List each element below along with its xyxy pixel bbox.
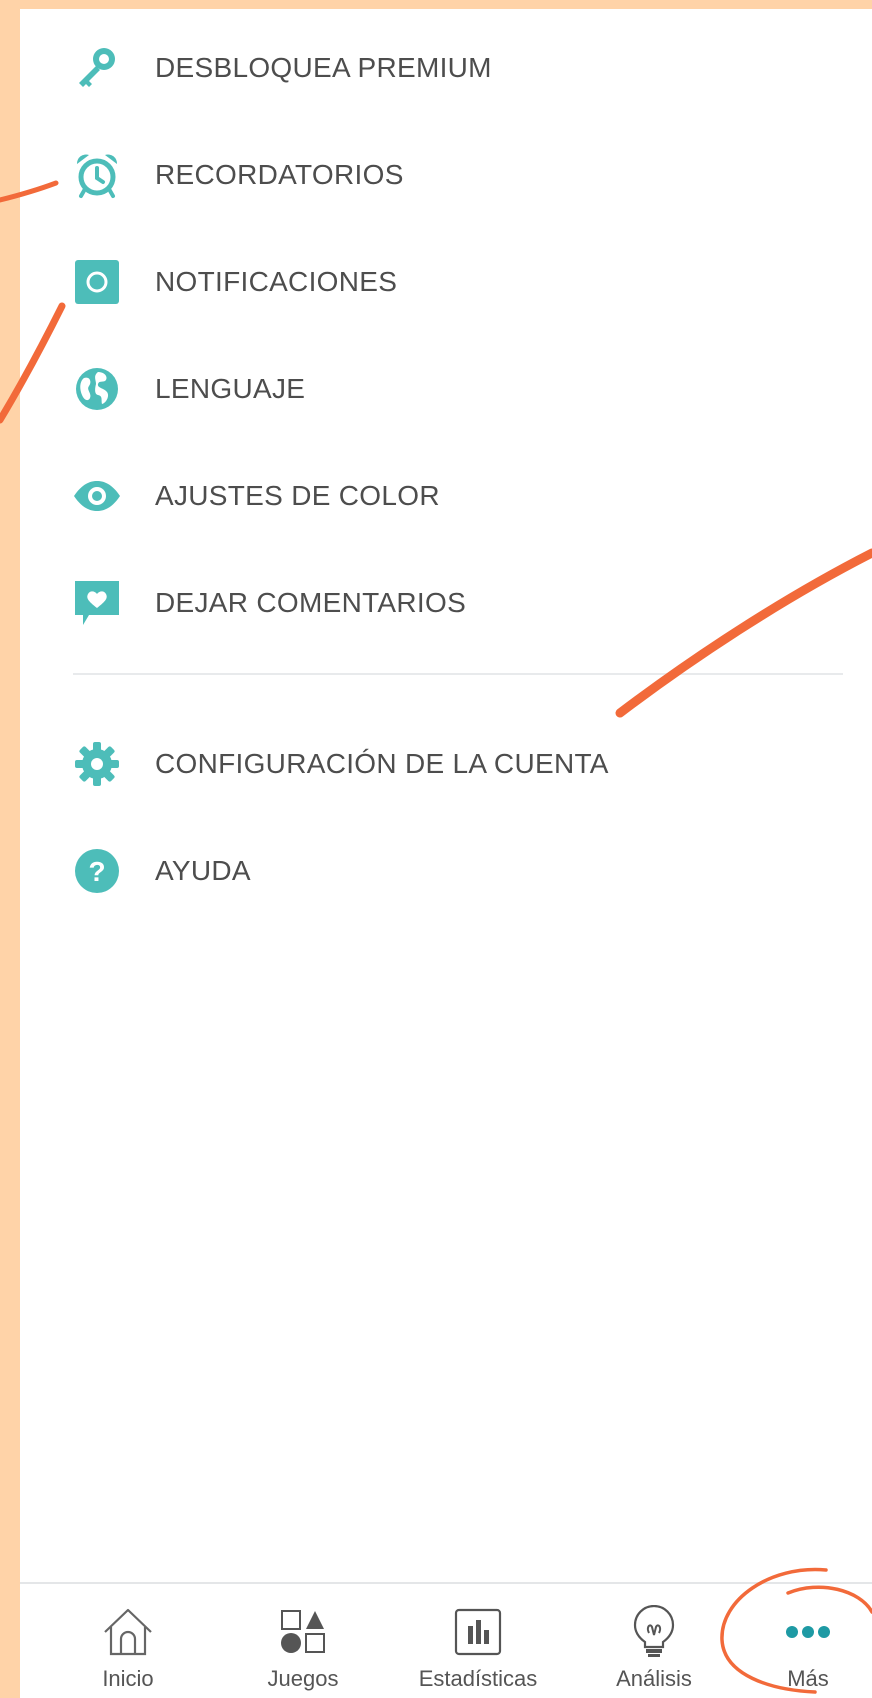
- tab-label: Estadísticas: [418, 1666, 538, 1691]
- menu-item-label: LENGUAJE: [155, 373, 306, 404]
- lightbulb-icon: [624, 1604, 684, 1660]
- menu-item-label: AJUSTES DE COLOR: [155, 480, 440, 511]
- menu-item-leave-feedback[interactable]: DEJAR COMENTARIOS: [72, 571, 466, 635]
- bar-chart-icon: [448, 1604, 508, 1660]
- menu-item-label: RECORDATORIOS: [155, 159, 404, 190]
- alarm-clock-icon: [72, 150, 122, 200]
- bottom-tab-bar: Inicio Juegos Estadísticas Análisis Más: [20, 1582, 872, 1698]
- tab-juegos[interactable]: Juegos: [233, 1584, 373, 1698]
- tab-analisis[interactable]: Análisis: [584, 1584, 724, 1698]
- menu-item-color-settings[interactable]: AJUSTES DE COLOR: [72, 464, 440, 528]
- menu-item-reminders[interactable]: RECORDATORIOS: [72, 143, 404, 207]
- tab-inicio[interactable]: Inicio: [58, 1584, 198, 1698]
- svg-text:?: ?: [88, 856, 105, 887]
- question-icon: ?: [72, 846, 122, 896]
- tab-label: Análisis: [616, 1666, 692, 1691]
- home-icon: [98, 1604, 158, 1660]
- tab-mas[interactable]: Más: [738, 1584, 872, 1698]
- menu-item-label: AYUDA: [155, 855, 251, 886]
- menu-item-unlock-premium[interactable]: DESBLOQUEA PREMIUM: [72, 36, 492, 100]
- menu-item-label: DEJAR COMENTARIOS: [155, 587, 467, 618]
- shapes-icon: [273, 1604, 333, 1660]
- key-icon: [72, 43, 122, 93]
- eye-icon: [72, 471, 122, 521]
- menu-item-help[interactable]: ? AYUDA: [72, 839, 251, 903]
- more-dots-icon: [778, 1604, 838, 1660]
- tab-label: Juegos: [267, 1666, 339, 1691]
- tab-label: Inicio: [102, 1666, 154, 1691]
- gear-icon: [72, 739, 122, 789]
- heart-speech-bubble-icon: [72, 578, 122, 628]
- globe-icon: [72, 364, 122, 414]
- settings-screen: DESBLOQUEA PREMIUM RECORDATORIOS NOTIFIC…: [20, 9, 872, 1698]
- menu-item-notifications[interactable]: NOTIFICACIONES: [72, 250, 397, 314]
- menu-divider: [73, 673, 843, 675]
- tab-estadisticas[interactable]: Estadísticas: [398, 1584, 558, 1698]
- menu-item-account-settings[interactable]: CONFIGURACIÓN DE LA CUENTA: [72, 732, 609, 796]
- menu-item-label: NOTIFICACIONES: [155, 266, 398, 297]
- tab-label: Más: [787, 1666, 829, 1691]
- menu-item-label: DESBLOQUEA PREMIUM: [155, 52, 492, 83]
- menu-item-language[interactable]: LENGUAJE: [72, 357, 305, 421]
- menu-item-label: CONFIGURACIÓN DE LA CUENTA: [155, 748, 609, 779]
- notification-square-icon: [72, 257, 122, 307]
